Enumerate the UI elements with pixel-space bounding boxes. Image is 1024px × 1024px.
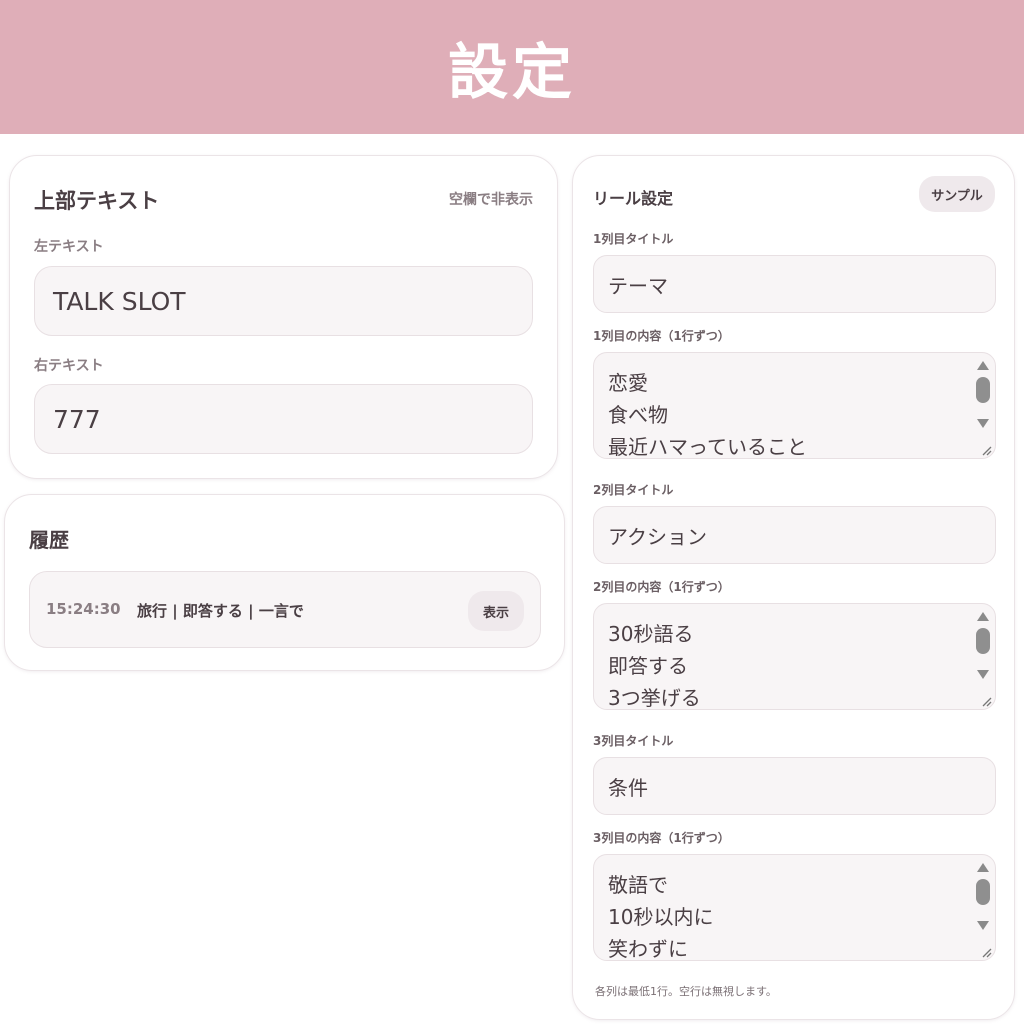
reel-settings-title: リール設定: [593, 189, 674, 208]
history-time: 15:24:30: [46, 600, 121, 618]
history-show-button[interactable]: 表示: [468, 591, 524, 631]
column-1-title-input[interactable]: テーマ: [593, 255, 996, 313]
column-2-title-input[interactable]: アクション: [593, 506, 996, 564]
scroll-up-arrow-icon[interactable]: [977, 361, 989, 370]
scroll-up-arrow-icon[interactable]: [977, 612, 989, 621]
textarea-line: 恋愛: [608, 371, 648, 395]
scroll-down-arrow-icon[interactable]: [977, 670, 989, 679]
textarea-line: 最近ハマっていること: [608, 435, 807, 459]
textarea-line: 30秒語る: [608, 622, 694, 646]
scrollbar-thumb[interactable]: [976, 628, 990, 654]
scroll-up-arrow-icon[interactable]: [977, 863, 989, 872]
reel-footnote: 各列は最低1行。空行は無視します。: [595, 985, 777, 998]
reel-settings-card: リール設定 サンプル 1列目タイトル テーマ 1列目の内容（1行ずつ） 恋愛 食…: [572, 155, 1015, 1020]
column-3-content-textarea[interactable]: 敬語で 10秒以内に 笑わずに: [593, 854, 996, 961]
textarea-line: 10秒以内に: [608, 905, 714, 929]
column-1-title-label: 1列目タイトル: [593, 232, 674, 246]
page-title: 設定: [448, 37, 576, 108]
history-text: 旅行 | 即答する | 一言で: [137, 602, 304, 620]
column-2-content-textarea[interactable]: 30秒語る 即答する 3つ挙げる: [593, 603, 996, 710]
left-text-label: 左テキスト: [34, 239, 104, 255]
scroll-down-arrow-icon[interactable]: [977, 921, 989, 930]
history-card: 履歴 15:24:30 旅行 | 即答する | 一言で 表示: [4, 494, 565, 671]
sample-button[interactable]: サンプル: [919, 176, 995, 212]
resize-handle-icon[interactable]: [980, 444, 992, 456]
textarea-line: 3つ挙げる: [608, 686, 701, 710]
textarea-line: 笑わずに: [608, 937, 688, 961]
textarea-line: 敬語で: [608, 873, 668, 897]
history-title: 履歴: [29, 528, 69, 552]
column-3-title-input[interactable]: 条件: [593, 757, 996, 815]
top-text-card: 上部テキスト 空欄で非表示 左テキスト TALK SLOT 右テキスト 777: [9, 155, 558, 479]
right-text-label: 右テキスト: [34, 358, 104, 374]
column-3-content-label: 3列目の内容（1行ずつ）: [593, 831, 730, 845]
scroll-down-arrow-icon[interactable]: [977, 419, 989, 428]
right-text-input[interactable]: 777: [34, 384, 533, 454]
history-item: 15:24:30 旅行 | 即答する | 一言で 表示: [29, 571, 541, 648]
column-3-title-label: 3列目タイトル: [593, 734, 674, 748]
app-header: 設定: [0, 0, 1024, 134]
resize-handle-icon[interactable]: [980, 695, 992, 707]
top-text-title: 上部テキスト: [34, 189, 160, 213]
column-2-content-label: 2列目の内容（1行ずつ）: [593, 580, 730, 594]
scrollbar-thumb[interactable]: [976, 377, 990, 403]
column-1-content-label: 1列目の内容（1行ずつ）: [593, 329, 730, 343]
column-1-content-textarea[interactable]: 恋愛 食べ物 最近ハマっていること: [593, 352, 996, 459]
hide-when-empty-hint: 空欄で非表示: [449, 192, 533, 208]
scrollbar-thumb[interactable]: [976, 879, 990, 905]
textarea-line: 食べ物: [608, 403, 668, 427]
textarea-line: 即答する: [608, 654, 688, 678]
column-2-title-label: 2列目タイトル: [593, 483, 674, 497]
resize-handle-icon[interactable]: [980, 946, 992, 958]
left-text-input[interactable]: TALK SLOT: [34, 266, 533, 336]
